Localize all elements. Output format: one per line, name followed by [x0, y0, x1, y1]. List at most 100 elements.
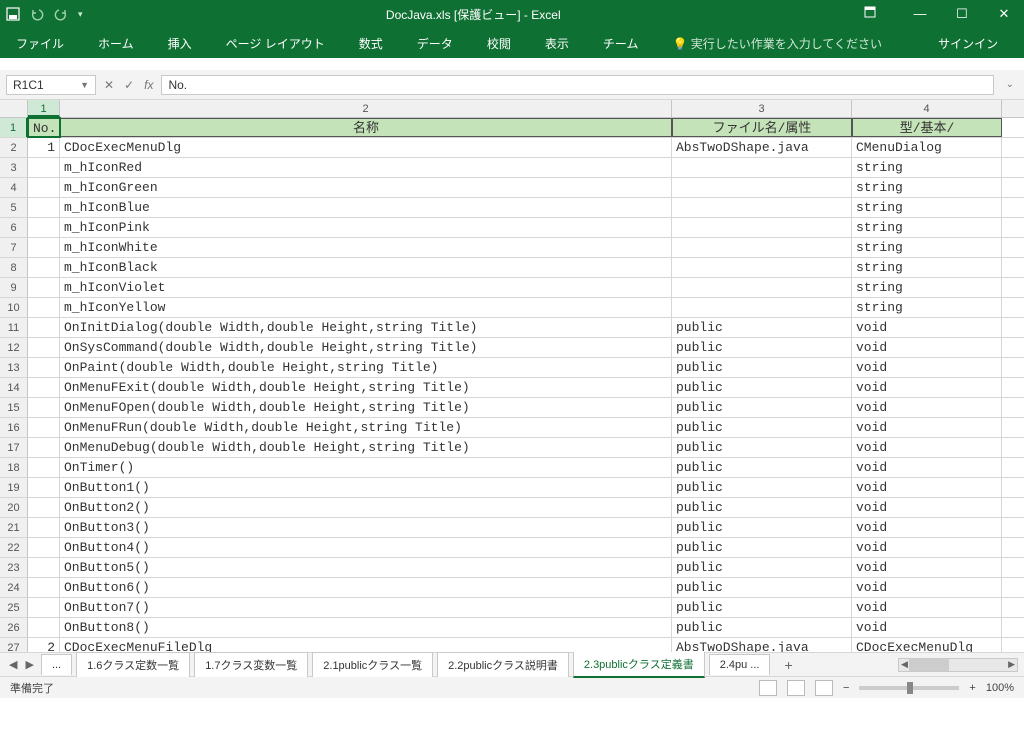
cell-header-type[interactable]: 型/基本/	[852, 118, 1002, 137]
sheet-tab-1[interactable]: 1.7クラス変数一覧	[194, 652, 308, 677]
cell-no[interactable]	[28, 538, 60, 557]
cell-file[interactable]: public	[672, 578, 852, 597]
row-header[interactable]: 24	[0, 578, 28, 597]
cell-name[interactable]: OnButton6()	[60, 578, 672, 597]
cell-no[interactable]	[28, 498, 60, 517]
col-header-4[interactable]: 4	[852, 100, 1002, 117]
cell-file[interactable]	[672, 278, 852, 297]
cell-no[interactable]	[28, 278, 60, 297]
cell-no[interactable]	[28, 398, 60, 417]
redo-icon[interactable]	[54, 7, 68, 21]
cell-type[interactable]: CDocExecMenuDlg	[852, 638, 1002, 652]
cell-name[interactable]: OnSysCommand(double Width,double Height,…	[60, 338, 672, 357]
cell-no[interactable]	[28, 438, 60, 457]
cell-type[interactable]: string	[852, 238, 1002, 257]
cell-name[interactable]: OnInitDialog(double Width,double Height,…	[60, 318, 672, 337]
row-header[interactable]: 8	[0, 258, 28, 277]
cell-type[interactable]: void	[852, 318, 1002, 337]
cell-type[interactable]: void	[852, 378, 1002, 397]
row-header[interactable]: 12	[0, 338, 28, 357]
cell-name[interactable]: OnButton4()	[60, 538, 672, 557]
cell-name[interactable]: m_hIconWhite	[60, 238, 672, 257]
cell-name[interactable]: OnButton1()	[60, 478, 672, 497]
cell-name[interactable]: m_hIconViolet	[60, 278, 672, 297]
cell-file[interactable]: public	[672, 498, 852, 517]
cell-name[interactable]: OnMenuFOpen(double Width,double Height,s…	[60, 398, 672, 417]
cell-no[interactable]	[28, 238, 60, 257]
cell-no[interactable]	[28, 578, 60, 597]
cell-file[interactable]	[672, 218, 852, 237]
add-sheet-button[interactable]: +	[774, 653, 802, 677]
cell-type[interactable]: void	[852, 538, 1002, 557]
formula-bar[interactable]: No.	[161, 75, 993, 95]
cell-name[interactable]: m_hIconGreen	[60, 178, 672, 197]
row-header[interactable]: 16	[0, 418, 28, 437]
cell-no[interactable]	[28, 458, 60, 477]
cell-type[interactable]: void	[852, 498, 1002, 517]
row-header[interactable]: 11	[0, 318, 28, 337]
cell-file[interactable]: public	[672, 598, 852, 617]
scroll-left-icon[interactable]: ◀	[901, 659, 908, 670]
zoom-out-button[interactable]: −	[843, 682, 849, 694]
cell-type[interactable]: string	[852, 198, 1002, 217]
cell-file[interactable]: public	[672, 318, 852, 337]
cell-file[interactable]	[672, 198, 852, 217]
row-header[interactable]: 6	[0, 218, 28, 237]
col-header-1[interactable]: 1	[28, 100, 60, 117]
tab-data[interactable]: データ	[411, 28, 459, 59]
enter-icon[interactable]: ✓	[124, 78, 134, 92]
close-button[interactable]: ✕	[990, 6, 1018, 22]
row-header[interactable]: 9	[0, 278, 28, 297]
cell-type[interactable]: void	[852, 518, 1002, 537]
cell-file[interactable]: public	[672, 338, 852, 357]
cell-no[interactable]	[28, 178, 60, 197]
cell-file[interactable]: AbsTwoDShape.java	[672, 138, 852, 157]
cell-name[interactable]: OnButton7()	[60, 598, 672, 617]
cell-type[interactable]: void	[852, 338, 1002, 357]
cell-no[interactable]	[28, 158, 60, 177]
cell-header-name[interactable]: 名称	[60, 118, 672, 137]
cell-name[interactable]: m_hIconPink	[60, 218, 672, 237]
tab-insert[interactable]: 挿入	[162, 28, 198, 59]
cell-no[interactable]: 1	[28, 138, 60, 157]
cell-file[interactable]: public	[672, 418, 852, 437]
tell-me[interactable]: 💡 実行したい作業を入力してください	[666, 28, 888, 59]
cell-name[interactable]: OnTimer()	[60, 458, 672, 477]
tab-view[interactable]: 表示	[539, 28, 575, 59]
cell-type[interactable]: void	[852, 438, 1002, 457]
cell-no[interactable]	[28, 218, 60, 237]
signin-link[interactable]: サインイン	[932, 28, 1004, 59]
cell-type[interactable]: void	[852, 558, 1002, 577]
tab-team[interactable]: チーム	[597, 28, 645, 59]
namebox-dropdown-icon[interactable]: ▼	[80, 80, 89, 90]
cell-file[interactable]: AbsTwoDShape.java	[672, 638, 852, 652]
zoom-level[interactable]: 100%	[986, 682, 1014, 694]
cell-name[interactable]: OnButton2()	[60, 498, 672, 517]
cell-file[interactable]: public	[672, 458, 852, 477]
view-pagebreak-icon[interactable]	[815, 680, 833, 696]
row-header[interactable]: 5	[0, 198, 28, 217]
tab-formulas[interactable]: 数式	[353, 28, 389, 59]
sheet-tab-5[interactable]: 2.4pu ...	[709, 654, 771, 675]
row-header[interactable]: 27	[0, 638, 28, 652]
cell-name[interactable]: m_hIconBlue	[60, 198, 672, 217]
cell-type[interactable]: string	[852, 158, 1002, 177]
cell-file[interactable]: public	[672, 538, 852, 557]
cell-header-file[interactable]: ファイル名/属性	[672, 118, 852, 137]
row-header[interactable]: 19	[0, 478, 28, 497]
col-header-3[interactable]: 3	[672, 100, 852, 117]
row-header-1[interactable]: 1	[0, 118, 28, 137]
sheet-tab-2[interactable]: 2.1publicクラス一覧	[312, 652, 433, 677]
sheet-tab-3[interactable]: 2.2publicクラス説明書	[437, 652, 569, 677]
cell-file[interactable]	[672, 158, 852, 177]
cell-no[interactable]	[28, 198, 60, 217]
cell-name[interactable]: CDocExecMenuFileDlg	[60, 638, 672, 652]
cell-no[interactable]	[28, 598, 60, 617]
maximize-button[interactable]: ☐	[948, 6, 976, 22]
row-header[interactable]: 18	[0, 458, 28, 477]
view-pagelayout-icon[interactable]	[787, 680, 805, 696]
cell-file[interactable]	[672, 178, 852, 197]
ribbon-options-icon[interactable]	[864, 6, 892, 22]
zoom-in-button[interactable]: +	[969, 682, 975, 694]
cell-name[interactable]: OnPaint(double Width,double Height,strin…	[60, 358, 672, 377]
